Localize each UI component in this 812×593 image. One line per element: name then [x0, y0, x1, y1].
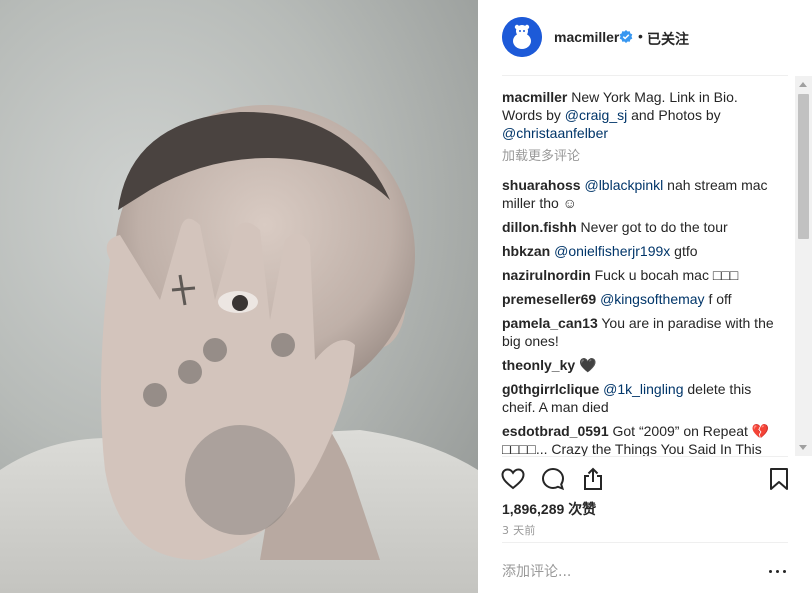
share-icon [584, 467, 602, 490]
comment-username[interactable]: pamela_can13 [502, 315, 598, 331]
add-comment-input[interactable] [502, 560, 742, 584]
caption-mention[interactable]: @christaanfelber [502, 125, 608, 141]
comment-icon [541, 467, 565, 491]
caption-text: and Photos by [627, 107, 721, 123]
bookmark-icon [770, 468, 788, 490]
comment-text: gtfo [670, 243, 698, 259]
save-button[interactable] [766, 466, 792, 492]
comment-username[interactable]: theonly_ky [502, 357, 575, 373]
likes-number: 1,896,289 [502, 501, 565, 517]
comment-text: Fuck u bocah mac □□□ [594, 267, 739, 283]
verified-badge-icon [619, 30, 633, 43]
comment-item: shuarahoss @lblackpinkl nah stream mac m… [502, 176, 778, 212]
post-photo[interactable] [0, 0, 478, 593]
comment-username[interactable]: g0thgirrlclique [502, 381, 599, 397]
post-side-panel: macmiller • 已关注 macmiller New York Mag. … [478, 0, 812, 593]
comment-item: nazirulnordin Fuck u bocah mac □□□ [502, 266, 778, 284]
more-options-icon [769, 570, 772, 573]
comment-text: f off [704, 291, 732, 307]
avatar[interactable] [502, 17, 542, 57]
comment-text: 🖤 [579, 357, 597, 373]
comments-list: macmiller New York Mag. Link in Bio. Wor… [502, 88, 778, 456]
comment-item: hbkzan @onielfisherjr199x gtfo [502, 242, 778, 260]
comment-mention[interactable]: @1k_lingling [603, 381, 683, 397]
scroll-down-arrow-icon[interactable] [799, 445, 807, 450]
comment-username[interactable]: nazirulnordin [502, 267, 591, 283]
header-separator: • [638, 28, 643, 44]
heart-icon [501, 468, 525, 490]
caption-mention[interactable]: @craig_sj [565, 107, 627, 123]
avatar-character-icon [502, 17, 542, 57]
likes-count[interactable]: 1,896,289 次赞 [502, 499, 596, 519]
comment-item: esdotbrad_0591 Got “2009” on Repeat 💔 □□… [502, 422, 778, 456]
share-button[interactable] [580, 466, 606, 492]
comment-username[interactable]: esdotbrad_0591 [502, 423, 609, 439]
comment-item: pamela_can13 You are in paradise with th… [502, 314, 778, 350]
comment-username[interactable]: dillon.fishh [502, 219, 577, 235]
comment-username[interactable]: shuarahoss [502, 177, 581, 193]
header-username[interactable]: macmiller [554, 29, 619, 45]
more-options-button[interactable] [768, 562, 790, 580]
comment-item: premeseller69 @kingsofthemay f off [502, 290, 778, 308]
comment-mention[interactable]: @kingsofthemay [600, 291, 704, 307]
comment-input-divider [502, 542, 788, 543]
header-divider [502, 75, 788, 76]
comment-mention[interactable]: @lblackpinkl [584, 177, 663, 193]
comment-button[interactable] [540, 466, 566, 492]
more-options-icon-dot [776, 570, 779, 573]
action-bar [478, 460, 812, 500]
following-button[interactable]: 已关注 [647, 29, 689, 49]
comment-item: dillon.fishh Never got to do the tour [502, 218, 778, 236]
comments-scrollbar[interactable] [795, 76, 812, 456]
portrait-image [0, 105, 478, 593]
load-more-comments-button[interactable]: 加载更多评论 [502, 148, 778, 166]
scroll-up-arrow-icon[interactable] [799, 82, 807, 87]
post-timestamp[interactable]: 3 天前 [502, 522, 536, 538]
actions-divider [502, 456, 788, 457]
scrollbar-thumb[interactable] [798, 94, 809, 239]
comment-mention[interactable]: @onielfisherjr199x [554, 243, 670, 259]
post-header: macmiller • 已关注 [478, 0, 812, 76]
caption: macmiller New York Mag. Link in Bio. Wor… [502, 88, 778, 142]
comment-username[interactable]: hbkzan [502, 243, 550, 259]
comment-item: theonly_ky 🖤 [502, 356, 778, 374]
likes-label: 次赞 [568, 502, 597, 518]
more-options-icon-dot [783, 570, 786, 573]
caption-username[interactable]: macmiller [502, 89, 567, 105]
comment-text: Never got to do the tour [580, 219, 728, 235]
comment-username[interactable]: premeseller69 [502, 291, 596, 307]
like-button[interactable] [500, 466, 526, 492]
comment-item: g0thgirrlclique @1k_lingling delete this… [502, 380, 778, 416]
